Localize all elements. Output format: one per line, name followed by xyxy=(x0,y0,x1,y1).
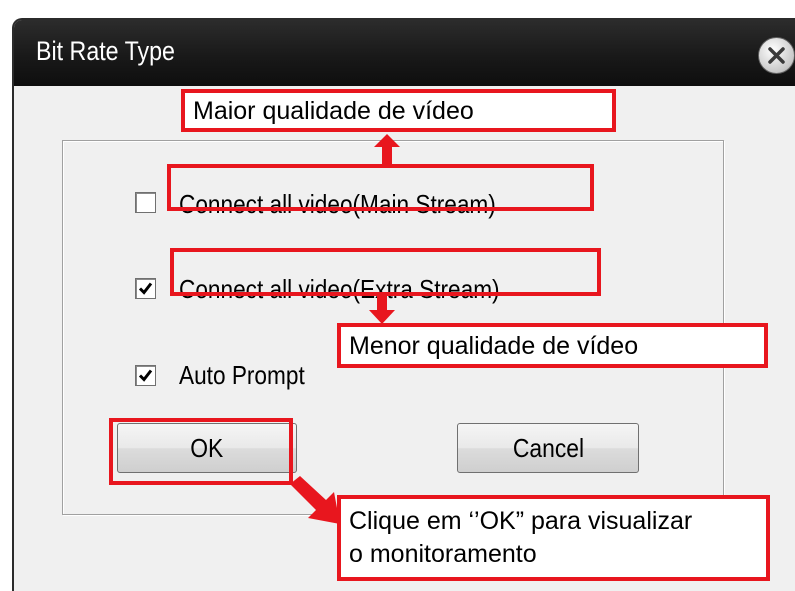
close-icon xyxy=(768,47,785,64)
diagonal-arrow-icon xyxy=(290,476,340,524)
cancel-button-label: Cancel xyxy=(512,433,584,463)
ok-callout-line2: o monitoramento xyxy=(349,540,537,568)
auto-prompt-label[interactable]: Auto Prompt xyxy=(179,360,305,391)
title-bar[interactable]: Bit Rate Type xyxy=(14,20,795,86)
checkmark-icon xyxy=(138,369,153,382)
up-arrow-icon xyxy=(374,134,400,165)
main-stream-checkbox[interactable] xyxy=(135,192,156,213)
extra-stream-callout: Menor qualidade de vídeo xyxy=(337,323,768,368)
extra-stream-checkbox[interactable] xyxy=(135,278,156,299)
checkmark-icon xyxy=(138,282,153,295)
main-stream-callout: Maior qualidade de vídeo xyxy=(181,89,616,132)
extra-stream-highlight xyxy=(170,248,601,296)
ok-button-highlight xyxy=(109,418,293,485)
auto-prompt-checkbox[interactable] xyxy=(135,365,156,386)
dialog-title: Bit Rate Type xyxy=(36,36,175,66)
ok-callout: Clique em ‘’OK” para visualizar o monito… xyxy=(337,495,770,581)
cancel-button[interactable]: Cancel xyxy=(457,423,639,473)
ok-callout-line1: Clique em ‘’OK” para visualizar xyxy=(349,507,693,535)
close-button[interactable] xyxy=(758,37,795,74)
main-stream-highlight xyxy=(167,164,594,211)
down-arrow-icon xyxy=(369,294,395,324)
